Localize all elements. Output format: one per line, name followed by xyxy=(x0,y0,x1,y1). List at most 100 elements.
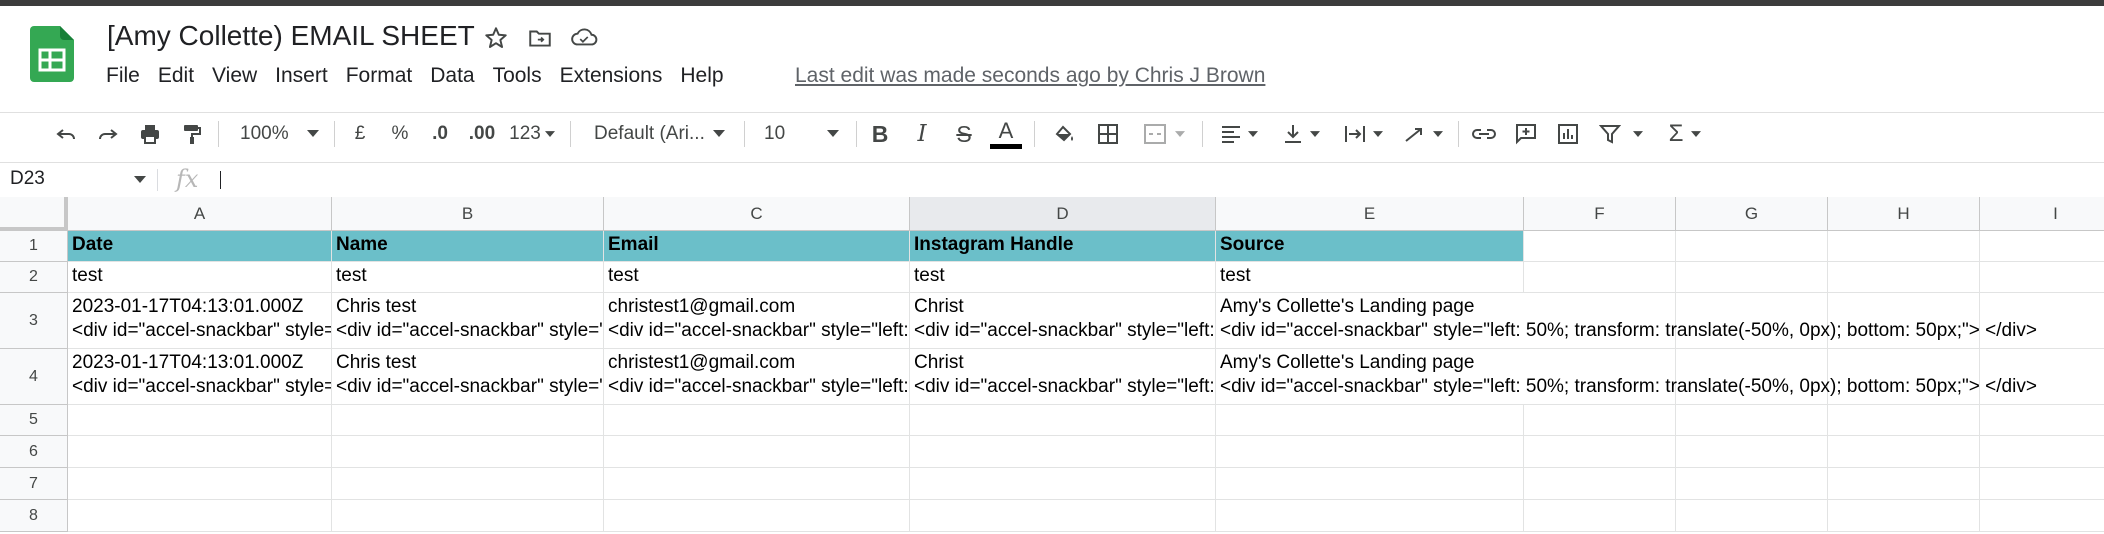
cell-i2[interactable] xyxy=(1980,262,2104,293)
zoom-select[interactable]: 100% xyxy=(232,113,324,155)
undo-icon[interactable] xyxy=(50,113,82,155)
cell-a8[interactable] xyxy=(68,500,332,532)
column-header-e[interactable]: E xyxy=(1216,197,1524,231)
text-rotation-icon[interactable] xyxy=(1398,113,1448,155)
column-header-d[interactable]: D xyxy=(910,197,1216,231)
cell-b8[interactable] xyxy=(332,500,604,532)
row-header-2[interactable]: 2 xyxy=(0,262,68,293)
cloud-status-icon[interactable] xyxy=(570,24,598,52)
column-header-a[interactable]: A xyxy=(68,197,332,231)
functions-icon[interactable]: Σ xyxy=(1660,113,1710,155)
insert-chart-icon[interactable] xyxy=(1552,113,1584,155)
cell-b2[interactable]: test xyxy=(332,262,604,293)
font-select[interactable]: Default (Ari... xyxy=(582,113,734,155)
cell-c6[interactable] xyxy=(604,436,910,468)
cell-g6[interactable] xyxy=(1676,436,1828,468)
cell-e5[interactable] xyxy=(1216,405,1524,436)
cell-e2[interactable]: test xyxy=(1216,262,1524,293)
formula-input[interactable] xyxy=(220,171,221,189)
more-formats-button[interactable]: 123 xyxy=(506,113,558,155)
redo-icon[interactable] xyxy=(92,113,124,155)
cell-i6[interactable] xyxy=(1980,436,2104,468)
cell-e7[interactable] xyxy=(1216,468,1524,500)
horizontal-align-icon[interactable] xyxy=(1214,113,1264,155)
percent-button[interactable]: % xyxy=(384,113,416,155)
cell-i1[interactable] xyxy=(1980,231,2104,262)
cell-i8[interactable] xyxy=(1980,500,2104,532)
cell-d2[interactable]: test xyxy=(910,262,1216,293)
document-title[interactable]: [Amy Collette) EMAIL SHEET xyxy=(107,20,475,52)
cell-b5[interactable] xyxy=(332,405,604,436)
cell-g7[interactable] xyxy=(1676,468,1828,500)
cell-h7[interactable] xyxy=(1828,468,1980,500)
row-header-7[interactable]: 7 xyxy=(0,468,68,500)
column-header-g[interactable]: G xyxy=(1676,197,1828,231)
cell-f6[interactable] xyxy=(1524,436,1676,468)
cell-h2[interactable] xyxy=(1828,262,1980,293)
select-all-corner[interactable] xyxy=(0,197,68,231)
decrease-decimal-button[interactable]: .0 xyxy=(424,113,456,155)
column-header-f[interactable]: F xyxy=(1524,197,1676,231)
menu-edit[interactable]: Edit xyxy=(158,64,206,88)
cell-e4[interactable]: Amy's Collette's Landing page <div id="a… xyxy=(1216,349,2037,405)
sheets-logo-icon[interactable] xyxy=(30,26,74,82)
row-header-4[interactable]: 4 xyxy=(0,349,68,405)
cell-d1[interactable]: Instagram Handle xyxy=(910,231,1216,262)
cell-a6[interactable] xyxy=(68,436,332,468)
cell-a3[interactable]: 2023-01-17T04:13:01.000Z <div id="accel-… xyxy=(68,293,332,349)
name-box[interactable]: D23 xyxy=(10,168,45,190)
cell-d3[interactable]: Christ <div id="accel-snackbar" style="l… xyxy=(910,293,1216,349)
strikethrough-icon[interactable]: S xyxy=(948,113,980,155)
text-color-icon[interactable]: A xyxy=(990,113,1022,155)
filter-icon[interactable] xyxy=(1594,113,1648,155)
cell-e6[interactable] xyxy=(1216,436,1524,468)
increase-decimal-button[interactable]: .00 xyxy=(462,113,502,155)
cell-b3[interactable]: Chris test <div id="accel-snackbar" styl… xyxy=(332,293,604,349)
row-header-5[interactable]: 5 xyxy=(0,405,68,436)
cell-i5[interactable] xyxy=(1980,405,2104,436)
menu-extensions[interactable]: Extensions xyxy=(560,64,675,88)
cell-c1[interactable]: Email xyxy=(604,231,910,262)
cell-d8[interactable] xyxy=(910,500,1216,532)
chevron-down-icon[interactable] xyxy=(134,176,146,184)
cell-a4[interactable]: 2023-01-17T04:13:01.000Z <div id="accel-… xyxy=(68,349,332,405)
bold-icon[interactable]: B xyxy=(864,113,896,155)
cell-h1[interactable] xyxy=(1828,231,1980,262)
insert-comment-icon[interactable] xyxy=(1510,113,1542,155)
cell-i7[interactable] xyxy=(1980,468,2104,500)
cell-a5[interactable] xyxy=(68,405,332,436)
cell-f2[interactable] xyxy=(1524,262,1676,293)
cell-d7[interactable] xyxy=(910,468,1216,500)
cell-e1[interactable]: Source xyxy=(1216,231,1524,262)
cell-h6[interactable] xyxy=(1828,436,1980,468)
menu-tools[interactable]: Tools xyxy=(493,64,554,88)
cell-a2[interactable]: test xyxy=(68,262,332,293)
row-header-1[interactable]: 1 xyxy=(0,231,68,262)
cell-h8[interactable] xyxy=(1828,500,1980,532)
cell-d5[interactable] xyxy=(910,405,1216,436)
cell-c2[interactable]: test xyxy=(604,262,910,293)
cell-a1[interactable]: Date xyxy=(68,231,332,262)
column-header-i[interactable]: I xyxy=(1980,197,2104,231)
cell-g2[interactable] xyxy=(1676,262,1828,293)
cell-f1[interactable] xyxy=(1524,231,1676,262)
font-size-select[interactable]: 10 xyxy=(754,113,846,155)
column-header-h[interactable]: H xyxy=(1828,197,1980,231)
currency-button[interactable]: £ xyxy=(344,113,376,155)
cell-c3[interactable]: christest1@gmail.com <div id="accel-snac… xyxy=(604,293,910,349)
cell-h5[interactable] xyxy=(1828,405,1980,436)
merge-cells-icon[interactable] xyxy=(1136,113,1192,155)
row-header-3[interactable]: 3 xyxy=(0,293,68,349)
paint-format-icon[interactable] xyxy=(176,113,208,155)
cell-c5[interactable] xyxy=(604,405,910,436)
move-to-folder-icon[interactable] xyxy=(526,24,554,52)
cell-c4[interactable]: christest1@gmail.com <div id="accel-snac… xyxy=(604,349,910,405)
vertical-align-icon[interactable] xyxy=(1276,113,1326,155)
cell-f7[interactable] xyxy=(1524,468,1676,500)
cell-d4[interactable]: Christ <div id="accel-snackbar" style="l… xyxy=(910,349,1216,405)
menu-insert[interactable]: Insert xyxy=(275,64,340,88)
cell-c7[interactable] xyxy=(604,468,910,500)
cell-b6[interactable] xyxy=(332,436,604,468)
menu-view[interactable]: View xyxy=(212,64,269,88)
cell-f5[interactable] xyxy=(1524,405,1676,436)
